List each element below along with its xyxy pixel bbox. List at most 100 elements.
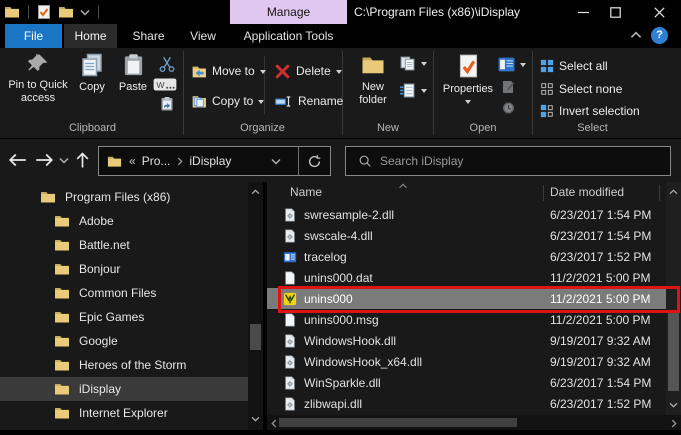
tab-manage[interactable]: Manage <box>230 0 347 24</box>
tab-file[interactable]: File <box>5 24 62 48</box>
close-button[interactable] <box>642 0 676 24</box>
breadcrumb[interactable]: « Pro... iDisplay <box>98 146 331 176</box>
column-header-name[interactable]: Name <box>290 185 322 199</box>
new-item-button[interactable] <box>399 55 427 72</box>
tab-share[interactable]: Share <box>122 24 175 48</box>
qat-properties-icon[interactable] <box>36 4 52 20</box>
dropdown-caret-icon <box>421 62 427 69</box>
search-input[interactable] <box>380 154 640 168</box>
tab-application-tools[interactable]: Application Tools <box>230 24 347 48</box>
sidebar-item-bonjour[interactable]: Bonjour <box>0 257 248 281</box>
breadcrumb-segment-current[interactable]: iDisplay <box>189 154 231 168</box>
move-to-button[interactable]: Move to <box>190 61 266 81</box>
file-date-modified: 6/23/2017 1:54 PM <box>550 375 652 390</box>
breadcrumb-segment-parent[interactable]: Pro... <box>142 154 171 168</box>
select-none-button[interactable]: Select none <box>540 79 622 99</box>
recent-locations-chevron-icon[interactable] <box>59 157 69 164</box>
edit-button[interactable] <box>500 79 516 95</box>
forward-button[interactable] <box>34 152 54 168</box>
up-button[interactable] <box>75 151 90 169</box>
file-list: Name Date modified swresample-2.dll 6/23/… <box>267 182 681 430</box>
paste-shortcut-button[interactable] <box>159 95 175 113</box>
file-row-tracelog[interactable]: tracelog 6/23/2017 1:52 PM <box>267 246 666 267</box>
dll-file-icon <box>283 229 297 243</box>
sidebar-item-battle-net[interactable]: Battle.net <box>0 233 248 257</box>
copy-button[interactable]: Copy <box>72 51 112 94</box>
minimize-icon <box>577 7 589 18</box>
qat-new-folder-icon[interactable] <box>58 4 74 20</box>
refresh-icon[interactable] <box>307 154 322 169</box>
copy-to-button[interactable]: Copy to <box>190 91 265 111</box>
rename-button[interactable]: Rename <box>274 91 343 111</box>
column-divider[interactable] <box>659 185 660 201</box>
history-button[interactable] <box>500 100 516 116</box>
easy-access-button[interactable] <box>399 82 427 99</box>
file-row-winsparkle-dll[interactable]: WinSparkle.dll 6/23/2017 1:54 PM <box>267 372 666 393</box>
file-row-unins000[interactable]: unins000 11/2/2021 5:00 PM <box>267 288 666 309</box>
file-row-unins000-dat[interactable]: unins000.dat 11/2/2021 5:00 PM <box>267 267 666 288</box>
new-folder-button[interactable]: New folder <box>348 51 398 107</box>
filelist-horizontal-scrollbar[interactable] <box>267 415 681 430</box>
folder-icon <box>54 309 70 325</box>
open-button[interactable] <box>498 57 526 72</box>
help-button[interactable]: ? <box>651 27 668 44</box>
scroll-down-icon[interactable] <box>251 416 260 422</box>
sidebar-item-common-files[interactable]: Common Files <box>0 281 248 305</box>
copy-path-button[interactable]: W <box>152 78 178 91</box>
select-all-button[interactable]: Select all <box>540 56 608 76</box>
scroll-right-icon[interactable] <box>671 419 677 428</box>
file-row-zlibwapi-dll[interactable]: zlibwapi.dll 6/23/2017 1:52 PM <box>267 393 666 414</box>
file-date-modified: 6/23/2017 1:54 PM <box>550 228 652 243</box>
scrollbar-thumb[interactable] <box>279 418 517 427</box>
scroll-down-icon[interactable] <box>669 402 678 408</box>
tab-home[interactable]: Home <box>64 24 117 48</box>
group-label-clipboard: Clipboard <box>68 122 117 134</box>
back-button[interactable] <box>8 152 28 168</box>
scroll-up-icon[interactable] <box>669 189 678 195</box>
sidebar-item-program-files-x86[interactable]: Program Files (x86) <box>0 185 248 209</box>
dropdown-caret-icon <box>520 63 526 70</box>
file-row-swscale-4-dll[interactable]: swscale-4.dll 6/23/2017 1:54 PM <box>267 225 666 246</box>
sidebar-item-partial[interactable] <box>0 425 248 430</box>
cut-button[interactable] <box>158 55 176 73</box>
sidebar-item-heroes-of-the-storm[interactable]: Heroes of the Storm <box>0 353 248 377</box>
file-row-windowshook-x64-dll[interactable]: WindowsHook_x64.dll 9/19/2017 9:32 AM <box>267 351 666 372</box>
rename-icon <box>274 93 293 110</box>
delete-button[interactable]: Delete <box>274 61 342 81</box>
sidebar-scrollbar[interactable] <box>248 182 263 430</box>
file-row-unins000-msg[interactable]: unins000.msg 11/2/2021 5:00 PM <box>267 309 666 330</box>
sidebar-item-adobe[interactable]: Adobe <box>0 209 248 233</box>
file-name: WindowsHook_x64.dll <box>304 354 423 369</box>
column-header-date-modified[interactable]: Date modified <box>550 185 624 199</box>
tab-view[interactable]: View <box>178 24 228 48</box>
sidebar-item-google[interactable]: Google <box>0 329 248 353</box>
folder-icon <box>54 357 70 373</box>
file-row-swresample-2-dll[interactable]: swresample-2.dll 6/23/2017 1:54 PM <box>267 204 666 225</box>
qat-customize-chevron-icon[interactable] <box>80 9 90 16</box>
sidebar-item-internet-explorer[interactable]: Internet Explorer <box>0 401 248 425</box>
pin-to-quick-access-button[interactable]: Pin to Quick access <box>6 51 70 105</box>
address-dropdown-chevron-icon[interactable] <box>271 158 281 165</box>
filelist-vertical-scrollbar[interactable] <box>666 182 681 415</box>
sidebar-item-epic-games[interactable]: Epic Games <box>0 305 248 329</box>
folder-icon <box>54 237 70 253</box>
explorer-window: Manage C:\Program Files (x86)\iDisplay F… <box>0 0 681 435</box>
column-divider[interactable] <box>543 185 544 201</box>
folder-icon <box>54 333 70 349</box>
scroll-left-icon[interactable] <box>271 419 277 428</box>
file-row-windowshook-dll[interactable]: WindowsHook.dll 9/19/2017 9:32 AM <box>267 330 666 351</box>
group-separator <box>532 51 533 135</box>
scrollbar-thumb[interactable] <box>668 313 679 391</box>
invert-selection-button[interactable]: Invert selection <box>540 101 640 121</box>
minimize-button[interactable] <box>568 0 598 24</box>
maximize-button[interactable] <box>600 0 630 24</box>
collapse-ribbon-chevron-icon[interactable] <box>630 31 642 39</box>
search-box[interactable] <box>345 146 671 176</box>
properties-button[interactable]: Properties <box>441 51 495 110</box>
sidebar-item-idisplay[interactable]: iDisplay <box>0 377 248 401</box>
paste-button[interactable]: Paste <box>112 51 154 94</box>
breadcrumb-overflow[interactable]: « <box>129 154 136 168</box>
file-date-modified: 9/19/2017 9:32 AM <box>550 354 651 369</box>
scrollbar-thumb[interactable] <box>250 324 261 350</box>
scroll-up-icon[interactable] <box>251 189 260 195</box>
